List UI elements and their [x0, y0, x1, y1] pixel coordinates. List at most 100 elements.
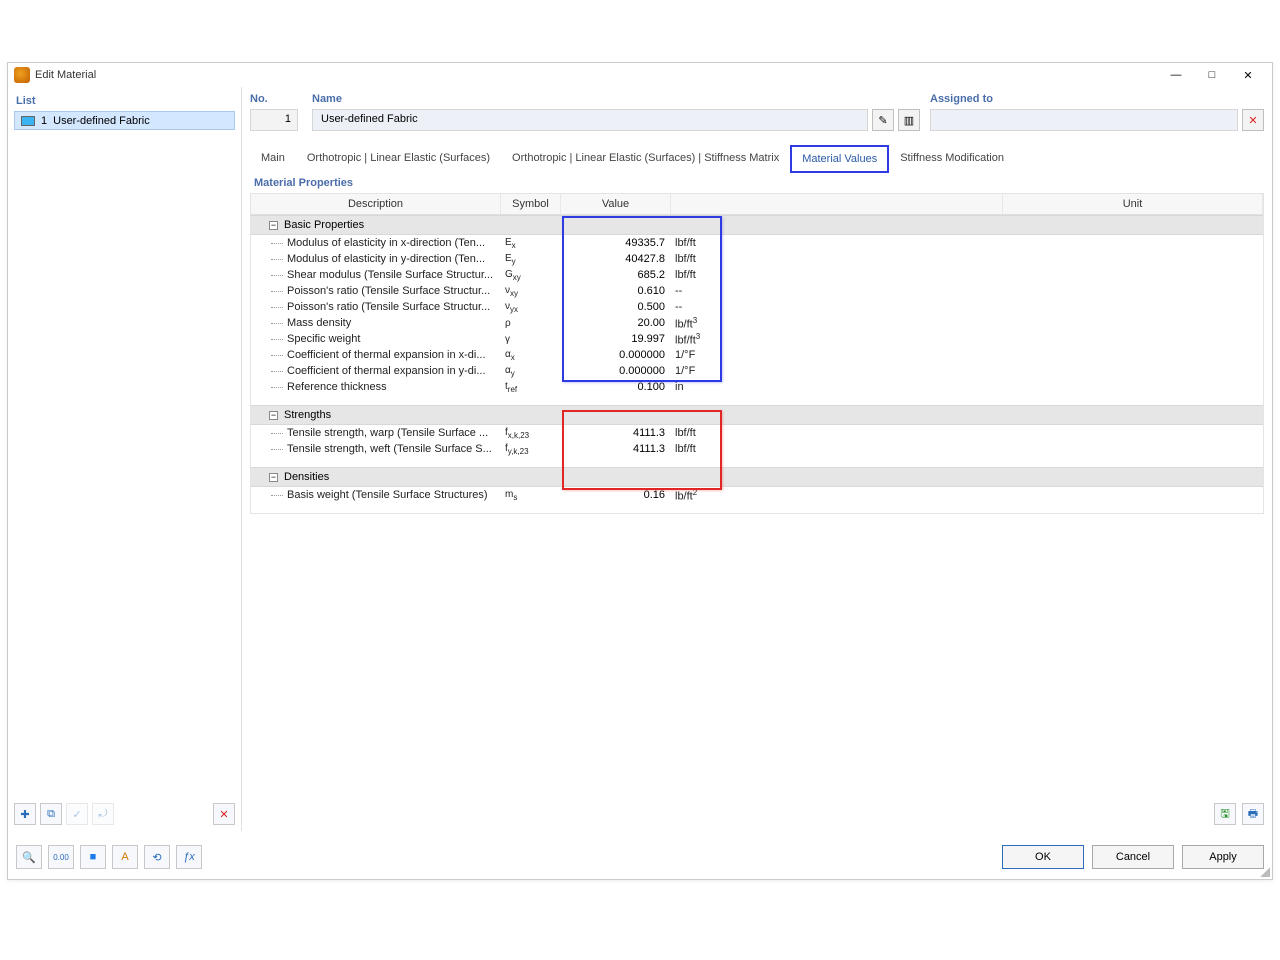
footer-font-button[interactable]: A	[112, 845, 138, 869]
edit-material-dialog: Edit Material — □ ✕ List 1 User-defined …	[7, 62, 1273, 880]
property-row[interactable]: Mass densityρ20.00lb/ft3	[251, 315, 1263, 331]
col-symbol: Symbol	[501, 194, 561, 214]
group-row[interactable]: −Basic Properties	[251, 215, 1263, 235]
maximize-button[interactable]: □	[1194, 64, 1230, 86]
refresh-icon: ⟲	[152, 851, 161, 864]
property-value[interactable]: 0.100	[561, 381, 671, 393]
new-item-button[interactable]: ✚	[14, 803, 36, 825]
property-row[interactable]: Coefficient of thermal expansion in x-di…	[251, 347, 1263, 363]
property-unit: lb/ft3	[671, 316, 741, 331]
property-symbol: νxy	[501, 285, 561, 298]
check-button[interactable]: ✓	[66, 803, 88, 825]
group-row[interactable]: −Densities	[251, 467, 1263, 487]
footer-search-button[interactable]: 🔍	[16, 845, 42, 869]
delete-item-button[interactable]: ✕	[213, 803, 235, 825]
collapse-icon: −	[269, 221, 278, 230]
property-row[interactable]: Shear modulus (Tensile Surface Structur.…	[251, 267, 1263, 283]
col-description: Description	[251, 194, 501, 214]
tab-strip: Main Orthotropic | Linear Elastic (Surfa…	[250, 145, 1264, 173]
list-pane: List 1 User-defined Fabric ✚ ⧉ ✓ ⤾ ✕	[8, 87, 242, 831]
property-unit: lbf/ft	[671, 443, 741, 455]
property-symbol: ρ	[501, 318, 561, 329]
apply-button[interactable]: Apply	[1182, 845, 1264, 869]
property-symbol: γ	[501, 334, 561, 345]
property-symbol: Ey	[501, 253, 561, 266]
property-value[interactable]: 40427.8	[561, 253, 671, 265]
property-row[interactable]: Specific weightγ19.997lbf/ft3	[251, 331, 1263, 347]
footer-precision-button[interactable]: 0.00	[48, 845, 74, 869]
col-unit: Unit	[1003, 194, 1263, 214]
property-unit: 1/°F	[671, 365, 741, 377]
tab-material-values[interactable]: Material Values	[790, 145, 889, 173]
save-settings-button[interactable]: 🖫	[1214, 803, 1236, 825]
tab-stiffness-modification[interactable]: Stiffness Modification	[889, 145, 1015, 173]
list-item[interactable]: 1 User-defined Fabric	[14, 111, 235, 130]
property-symbol: Gxy	[501, 269, 561, 282]
property-description: Modulus of elasticity in x-direction (Te…	[251, 237, 501, 249]
property-row[interactable]: Poisson's ratio (Tensile Surface Structu…	[251, 299, 1263, 315]
tab-orthotropic-surfaces[interactable]: Orthotropic | Linear Elastic (Surfaces)	[296, 145, 501, 173]
form-pane: No. 1 Name User-defined Fabric ✎ ▥ Assig…	[242, 87, 1272, 831]
library-button[interactable]: ▥	[898, 109, 920, 131]
property-value[interactable]: 0.610	[561, 285, 671, 297]
property-value[interactable]: 4111.3	[561, 443, 671, 455]
property-description: Shear modulus (Tensile Surface Structur.…	[251, 269, 501, 281]
property-value[interactable]: 0.000000	[561, 349, 671, 361]
property-value[interactable]: 4111.3	[561, 427, 671, 439]
property-row[interactable]: Poisson's ratio (Tensile Surface Structu…	[251, 283, 1263, 299]
property-row[interactable]: Modulus of elasticity in x-direction (Te…	[251, 235, 1263, 251]
property-value[interactable]: 20.00	[561, 317, 671, 329]
footer-fx-button[interactable]: ƒx	[176, 845, 202, 869]
property-value[interactable]: 0.000000	[561, 365, 671, 377]
property-value[interactable]: 0.500	[561, 301, 671, 313]
close-button[interactable]: ✕	[1230, 64, 1266, 86]
library-icon: ▥	[904, 114, 914, 127]
property-row[interactable]: Tensile strength, warp (Tensile Surface …	[251, 425, 1263, 441]
font-icon: A	[121, 851, 128, 863]
footer-color-button[interactable]: ■	[80, 845, 106, 869]
property-row[interactable]: Tensile strength, weft (Tensile Surface …	[251, 441, 1263, 457]
property-unit: 1/°F	[671, 349, 741, 361]
property-value[interactable]: 0.16	[561, 489, 671, 501]
property-row[interactable]: Reference thicknesstref0.100in	[251, 379, 1263, 395]
property-value[interactable]: 49335.7	[561, 237, 671, 249]
collapse-icon: −	[269, 473, 278, 482]
property-row[interactable]: Modulus of elasticity in y-direction (Te…	[251, 251, 1263, 267]
edit-name-button[interactable]: ✎	[872, 109, 894, 131]
clear-icon: ✕	[1248, 114, 1257, 127]
property-unit: --	[671, 285, 741, 297]
property-description: Basis weight (Tensile Surface Structures…	[251, 489, 501, 501]
print-settings-button[interactable]: 🖶	[1242, 803, 1264, 825]
group-row[interactable]: −Strengths	[251, 405, 1263, 425]
window-title: Edit Material	[35, 69, 1158, 81]
assigned-field[interactable]	[930, 109, 1238, 131]
property-symbol: Ex	[501, 237, 561, 250]
minimize-button[interactable]: —	[1158, 64, 1194, 86]
property-symbol: νyx	[501, 301, 561, 314]
clear-assigned-button[interactable]: ✕	[1242, 109, 1264, 131]
auto-button[interactable]: ⤾	[92, 803, 114, 825]
property-description: Modulus of elasticity in y-direction (Te…	[251, 253, 501, 265]
property-row[interactable]: Basis weight (Tensile Surface Structures…	[251, 487, 1263, 503]
pencil-icon: ✎	[878, 114, 887, 127]
resize-grip[interactable]	[1260, 867, 1270, 877]
property-unit: in	[671, 381, 741, 393]
cancel-button[interactable]: Cancel	[1092, 845, 1174, 869]
tab-orthotropic-stiffness-matrix[interactable]: Orthotropic | Linear Elastic (Surfaces) …	[501, 145, 790, 173]
property-description: Reference thickness	[251, 381, 501, 393]
list-header: List	[14, 93, 235, 111]
footer-refresh-button[interactable]: ⟲	[144, 845, 170, 869]
ok-button[interactable]: OK	[1002, 845, 1084, 869]
name-field[interactable]: User-defined Fabric	[312, 109, 868, 131]
copy-item-button[interactable]: ⧉	[40, 803, 62, 825]
property-row[interactable]: Coefficient of thermal expansion in y-di…	[251, 363, 1263, 379]
no-field[interactable]: 1	[250, 109, 298, 131]
print-icon: 🖶	[1248, 805, 1258, 824]
tab-main[interactable]: Main	[250, 145, 296, 173]
property-value[interactable]: 19.997	[561, 333, 671, 345]
property-value[interactable]: 685.2	[561, 269, 671, 281]
property-description: Tensile strength, weft (Tensile Surface …	[251, 443, 501, 455]
material-swatch-icon	[21, 116, 35, 126]
property-description: Specific weight	[251, 333, 501, 345]
dialog-footer: 🔍 0.00 ■ A ⟲ ƒx OK Cancel Apply	[16, 841, 1264, 873]
